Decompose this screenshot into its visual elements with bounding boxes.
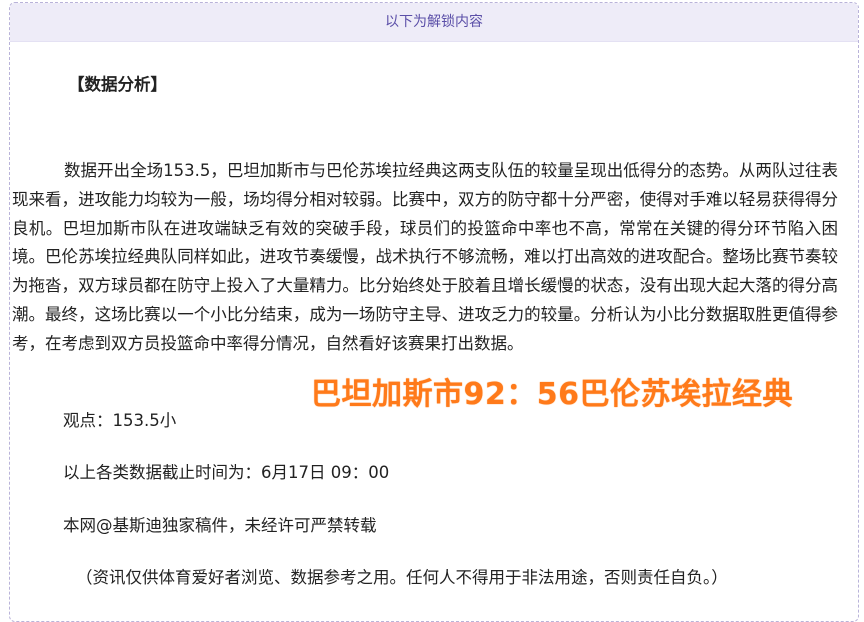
score-overlay: 巴坦加斯市92：56巴伦苏埃拉经典	[311, 377, 793, 412]
unlock-container: 以下为解锁内容 【数据分析】 数据开出全场153.5，巴坦加斯市与巴伦苏埃拉经典…	[9, 2, 859, 622]
viewpoint-line: 观点：153.5小	[63, 411, 177, 430]
cutoff-time-line: 以上各类数据截止时间为：6月17日 09：00	[63, 463, 390, 482]
copyright-line: 本网@基斯迪独家稿件，未经许可严禁转载	[63, 516, 377, 535]
section-title: 【数据分析】	[68, 75, 167, 94]
unlock-banner: 以下为解锁内容	[10, 3, 858, 42]
disclaimer-line: （资讯仅供体育爱好者浏览、数据参考之用。任何人不得用于非法用途，否则责任自负。）	[76, 568, 728, 587]
analysis-paragraph: 数据开出全场153.5，巴坦加斯市与巴伦苏埃拉经典这两支队伍的较量呈现出低得分的…	[12, 161, 838, 353]
